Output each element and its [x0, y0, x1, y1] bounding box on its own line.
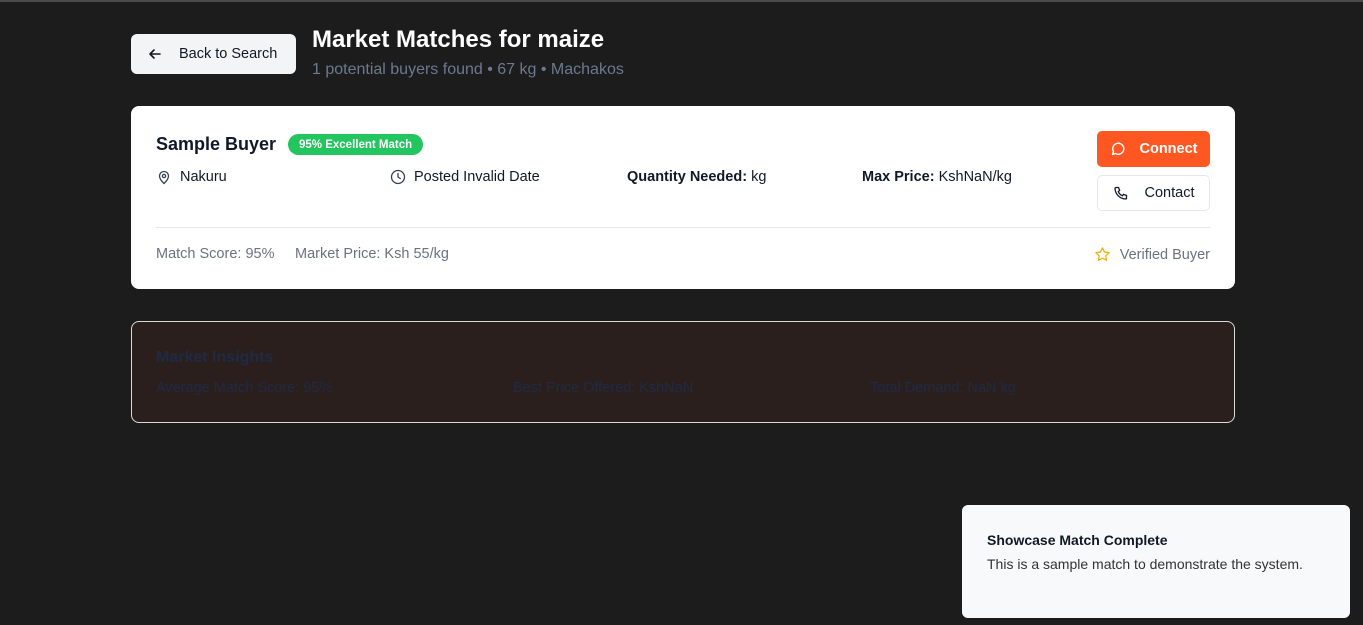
quantity-needed: Quantity Needed: kg — [627, 169, 766, 185]
page-subtitle: 1 potential buyers found • 67 kg • Macha… — [312, 61, 624, 78]
toast-body: This is a sample match to demonstrate th… — [987, 556, 1303, 572]
verified-buyer: Verified Buyer — [1094, 246, 1210, 263]
star-icon — [1094, 247, 1110, 261]
quantity-needed-label: Quantity Needed: — [627, 169, 748, 185]
page-title: Market Matches for maize — [312, 26, 605, 53]
posted-date: Posted Invalid Date — [390, 169, 540, 185]
arrow-left-icon — [147, 46, 163, 62]
toast-title: Showcase Match Complete — [987, 532, 1168, 548]
market-insights-title: Market Insights — [156, 349, 274, 366]
card-divider — [156, 227, 1210, 228]
toast-notification[interactable]: Showcase Match Complete This is a sample… — [962, 505, 1350, 618]
map-pin-icon — [158, 170, 170, 185]
contact-label: Contact — [1144, 185, 1195, 201]
market-price: Market Price: Ksh 55/kg — [295, 246, 449, 262]
buyer-location-text: Nakuru — [180, 169, 227, 185]
posted-date-text: Posted Invalid Date — [414, 169, 540, 185]
match-score: Match Score: 95% — [156, 246, 275, 262]
clock-icon — [390, 169, 406, 185]
max-price: Max Price: KshNaN/kg — [862, 169, 1012, 185]
message-circle-icon — [1111, 142, 1124, 156]
buyer-location: Nakuru — [156, 169, 227, 185]
verified-buyer-label: Verified Buyer — [1119, 246, 1210, 263]
best-price-offered: Best Price Offered: KshNaN — [513, 380, 694, 396]
top-border — [0, 0, 1363, 2]
buyer-name: Sample Buyer — [156, 134, 277, 154]
connect-button[interactable]: Connect — [1097, 131, 1210, 167]
connect-label: Connect — [1139, 141, 1198, 157]
quantity-needed-value: kg — [751, 169, 767, 185]
back-to-search-label: Back to Search — [179, 46, 278, 62]
match-badge: 95% Excellent Match — [288, 134, 424, 155]
average-match-score: Average Match Score: 95% — [156, 380, 333, 396]
buyer-card: Sample Buyer 95% Excellent Match Nakuru … — [131, 106, 1235, 289]
phone-icon — [1113, 186, 1127, 200]
total-demand: Total Demand: NaN kg — [870, 380, 1016, 396]
back-to-search-button[interactable]: Back to Search — [131, 34, 296, 74]
max-price-value: KshNaN/kg — [938, 169, 1012, 185]
contact-button[interactable]: Contact — [1097, 175, 1210, 211]
market-insights-panel: Market Insights Average Match Score: 95%… — [131, 321, 1235, 423]
max-price-label: Max Price: — [862, 169, 935, 185]
